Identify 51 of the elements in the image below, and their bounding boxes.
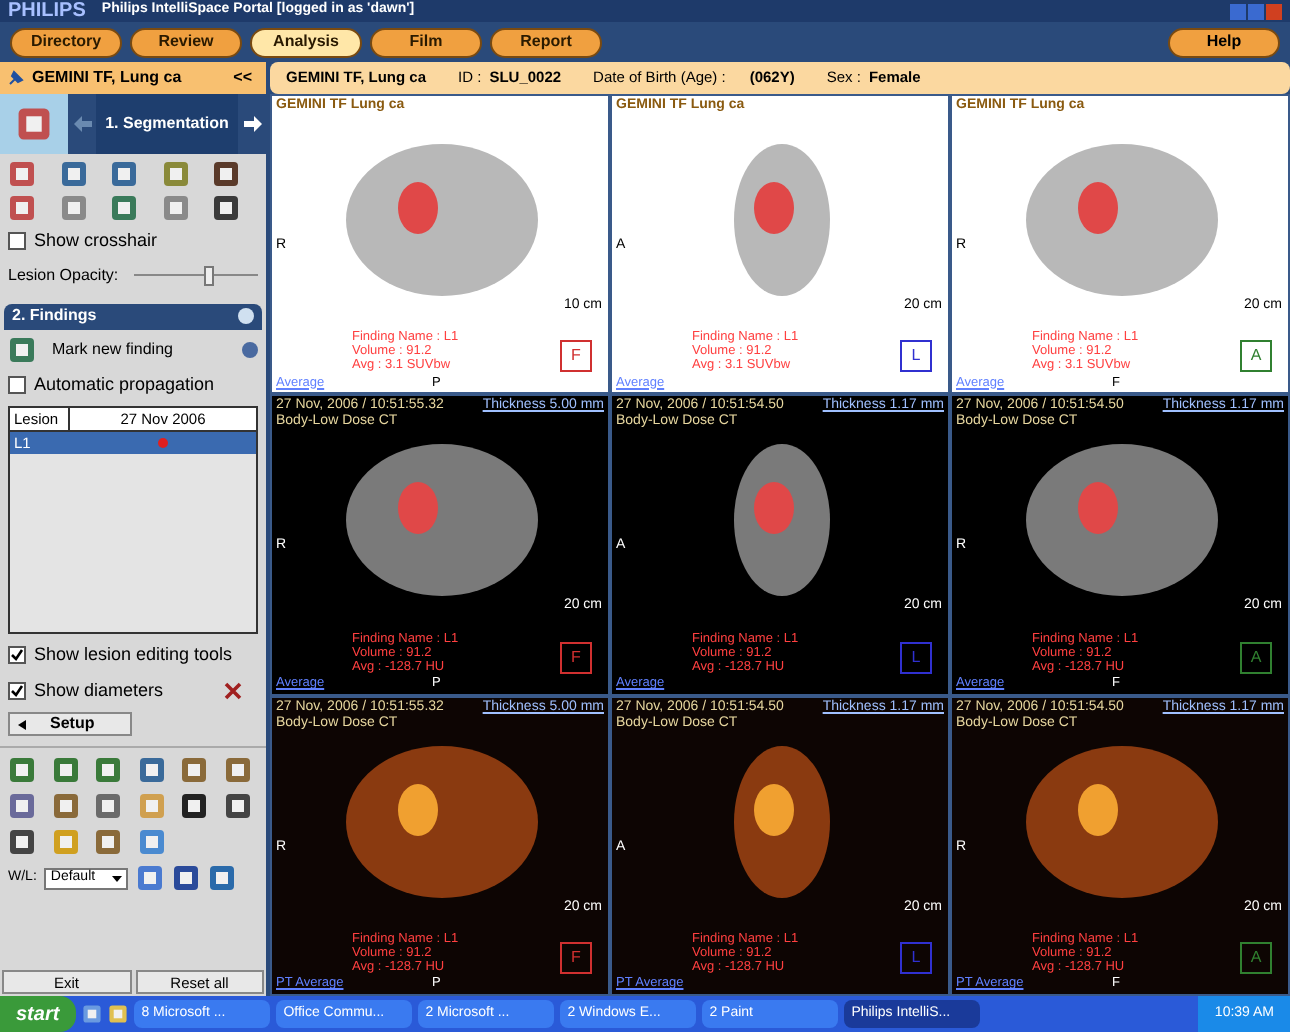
tool-icon[interactable]	[212, 194, 241, 222]
setup-button[interactable]: Setup	[8, 712, 132, 736]
quick-launch-icon[interactable]	[107, 1004, 128, 1024]
maximize-icon[interactable]	[1248, 3, 1264, 19]
opacity-label: Lesion Opacity:	[8, 263, 119, 287]
orientation-marker: A	[1240, 941, 1272, 974]
start-button[interactable]: start	[0, 996, 76, 1032]
checkbox[interactable]	[8, 232, 26, 251]
left-arrow-icon	[18, 719, 26, 729]
step-title[interactable]: 1. Segmentation	[96, 94, 238, 154]
slider-thumb[interactable]	[204, 265, 215, 285]
close-icon[interactable]	[224, 681, 242, 700]
back-arrow-icon[interactable]	[73, 116, 91, 132]
checkbox[interactable]	[8, 681, 26, 700]
orientation-marker: F	[560, 641, 592, 674]
collapse-button[interactable]: <<	[227, 66, 258, 90]
nav-tab[interactable]: Film	[370, 27, 482, 57]
tool-icon[interactable]	[180, 792, 208, 820]
orientation-marker: L	[900, 340, 932, 373]
mark-finding-button[interactable]: Mark new finding	[52, 337, 173, 361]
tool-icon[interactable]	[8, 828, 36, 856]
checkbox-label: Show lesion editing tools	[34, 642, 233, 668]
caret-icon	[112, 875, 123, 881]
nav-tab[interactable]: Analysis	[250, 27, 362, 57]
opacity-slider[interactable]	[134, 265, 258, 285]
tool-icon[interactable]	[223, 792, 251, 820]
close-icon[interactable]	[1266, 3, 1282, 19]
section-title: 2. Findings	[12, 304, 97, 328]
help-button[interactable]: Help	[1168, 27, 1280, 57]
forward-arrow-icon[interactable]	[243, 116, 261, 132]
logo: PHILIPS	[8, 1, 86, 21]
orientation-marker: L	[900, 941, 932, 974]
minimize-icon[interactable]	[1230, 3, 1246, 19]
orientation-marker: F	[560, 340, 592, 373]
segmentation-tool[interactable]	[0, 94, 68, 154]
patient-name: GEMINI TF, Lung ca	[32, 66, 182, 90]
checkbox[interactable]	[8, 646, 26, 665]
nav-tab[interactable]: Review	[130, 27, 242, 57]
orientation-marker: F	[560, 941, 592, 974]
orientation-marker: L	[900, 641, 932, 674]
checkbox[interactable]	[8, 375, 26, 394]
checkbox-label: Automatic propagation	[34, 371, 215, 398]
nav-tab[interactable]: Directory	[10, 27, 122, 57]
checkbox-label: Show diameters	[34, 677, 164, 703]
quick-launch-icon[interactable]	[81, 1004, 102, 1024]
checkbox-label: Show crosshair	[34, 228, 158, 254]
tool-icon[interactable]	[212, 160, 241, 188]
pin-icon[interactable]	[8, 70, 24, 86]
nav-tab[interactable]: Report	[490, 27, 602, 57]
orientation-marker: A	[1240, 641, 1272, 674]
orientation-marker: A	[1240, 340, 1272, 373]
